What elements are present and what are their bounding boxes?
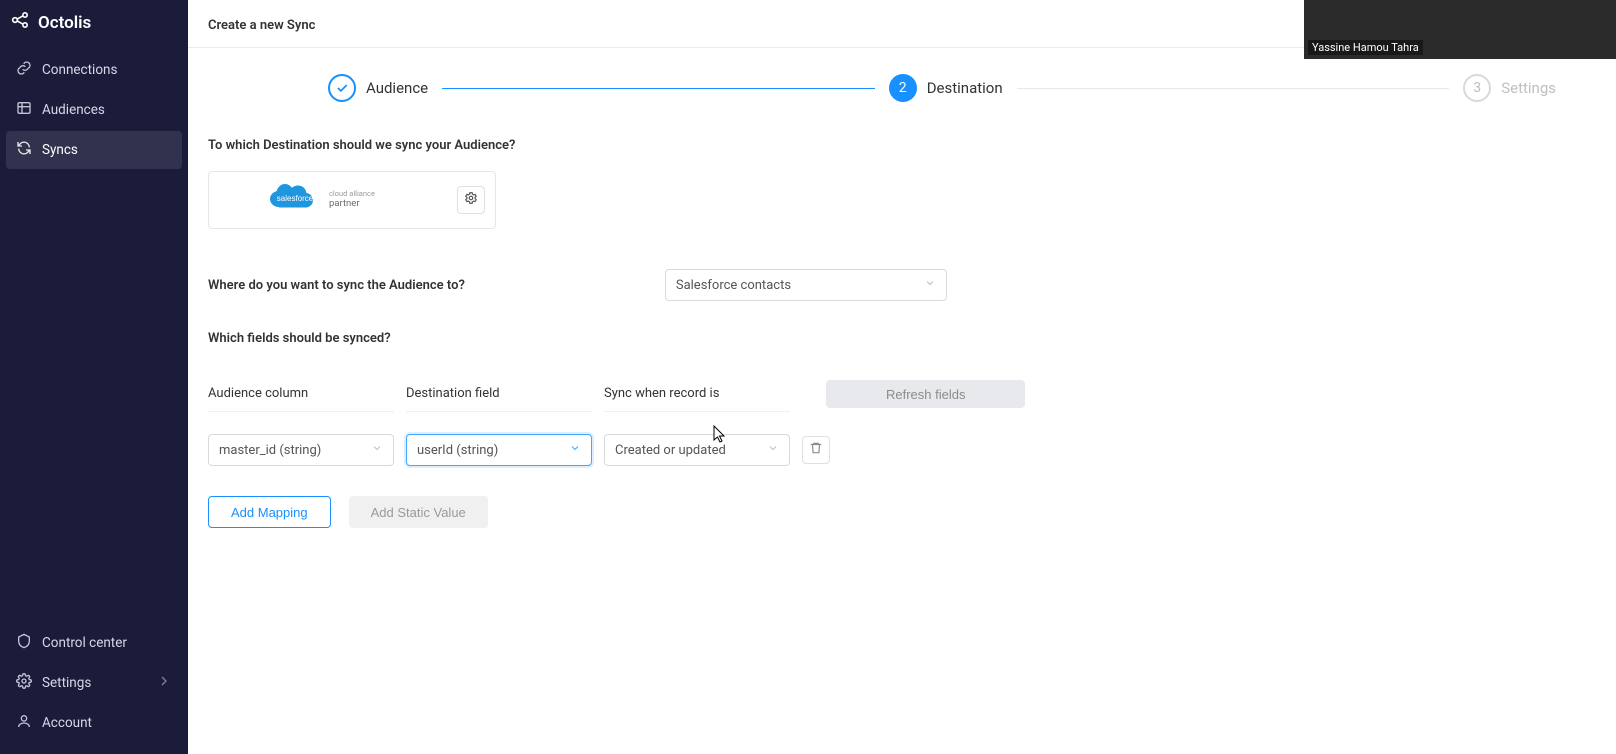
brand-logo-icon: [10, 10, 30, 35]
shield-icon: [16, 633, 32, 653]
step-label: Settings: [1501, 79, 1556, 97]
step-label: Audience: [366, 79, 428, 97]
chevron-right-icon: [156, 673, 172, 693]
chevron-down-icon: [371, 442, 383, 458]
gear-icon: [16, 673, 32, 693]
select-value: Created or updated: [615, 443, 726, 458]
webcam-overlay: Yassine Hamou Tahra: [1304, 0, 1616, 59]
webcam-name: Yassine Hamou Tahra: [1308, 40, 1423, 55]
step-connector: [1017, 88, 1450, 89]
select-value: userId (string): [417, 443, 498, 458]
brand: Octolis: [0, 4, 188, 51]
step-number: 2: [889, 74, 917, 102]
sidebar: Octolis Connections Audiences Syncs: [0, 0, 188, 754]
mapping-header: Audience column Destination field Sync w…: [208, 380, 1596, 412]
connections-icon: [16, 60, 32, 80]
select-value: Salesforce contacts: [676, 278, 791, 293]
nav-bottom: Control center Settings Account: [0, 624, 188, 754]
nav-audiences[interactable]: Audiences: [6, 91, 182, 129]
sync-target-select[interactable]: Salesforce contacts: [665, 269, 947, 301]
nav-syncs[interactable]: Syncs: [6, 131, 182, 169]
nav-top: Connections Audiences Syncs: [0, 51, 188, 169]
nav-label: Connections: [42, 62, 117, 78]
delete-mapping-button[interactable]: [802, 436, 830, 464]
nav-label: Control center: [42, 635, 127, 651]
destination-question: To which Destination should we sync your…: [208, 138, 1596, 153]
mapping-header-syncwhen: Sync when record is: [604, 386, 790, 412]
sync-when-select[interactable]: Created or updated: [604, 434, 790, 466]
mapping-header-destination: Destination field: [406, 386, 592, 412]
step-audience[interactable]: Audience: [328, 74, 428, 102]
stepper: Audience 2 Destination 3 Settings: [188, 48, 1616, 128]
nav-connections[interactable]: Connections: [6, 51, 182, 89]
chevron-down-icon: [924, 277, 936, 293]
destination-settings-button[interactable]: [457, 186, 485, 214]
add-static-value-button[interactable]: Add Static Value: [349, 496, 488, 528]
step-connector: [442, 88, 875, 89]
nav-label: Settings: [42, 675, 91, 691]
nav-label: Account: [42, 715, 92, 731]
destination-card-text: cloud alliance partner: [329, 190, 375, 210]
brand-name: Octolis: [38, 13, 91, 33]
nav-label: Audiences: [42, 102, 105, 118]
mapping-actions: Add Mapping Add Static Value: [208, 496, 1596, 528]
fields-question: Which fields should be synced?: [208, 331, 1596, 346]
refresh-fields-button[interactable]: Refresh fields: [826, 380, 1025, 408]
salesforce-cloud-icon: salesforce: [267, 181, 323, 219]
nav-control-center[interactable]: Control center: [6, 624, 182, 662]
audiences-icon: [16, 100, 32, 120]
step-destination[interactable]: 2 Destination: [889, 74, 1003, 102]
user-icon: [16, 713, 32, 733]
destination-field-select[interactable]: userId (string): [406, 434, 592, 466]
trash-icon: [809, 441, 823, 459]
sync-target-row: Where do you want to sync the Audience t…: [208, 269, 1596, 301]
step-number: 3: [1463, 74, 1491, 102]
nav-settings[interactable]: Settings: [6, 664, 182, 702]
gear-icon: [464, 191, 478, 209]
chevron-down-icon: [569, 442, 581, 458]
step-settings[interactable]: 3 Settings: [1463, 74, 1556, 102]
syncs-icon: [16, 140, 32, 160]
mapping-header-audience: Audience column: [208, 386, 394, 412]
step-check-icon: [328, 74, 356, 102]
sync-target-question: Where do you want to sync the Audience t…: [208, 278, 465, 293]
add-mapping-button[interactable]: Add Mapping: [208, 496, 331, 528]
audience-column-select[interactable]: master_id (string): [208, 434, 394, 466]
main: Create a new Sync Audience 2 Destination…: [188, 0, 1616, 754]
mapping-row: master_id (string) userId (string) Creat…: [208, 434, 1596, 466]
destination-card[interactable]: salesforce cloud alliance partner: [208, 171, 496, 229]
select-value: master_id (string): [219, 443, 321, 458]
chevron-down-icon: [767, 442, 779, 458]
content: To which Destination should we sync your…: [188, 138, 1616, 568]
nav-account[interactable]: Account: [6, 704, 182, 742]
nav-label: Syncs: [42, 142, 78, 158]
step-label: Destination: [927, 79, 1003, 97]
svg-text:salesforce: salesforce: [277, 194, 314, 203]
